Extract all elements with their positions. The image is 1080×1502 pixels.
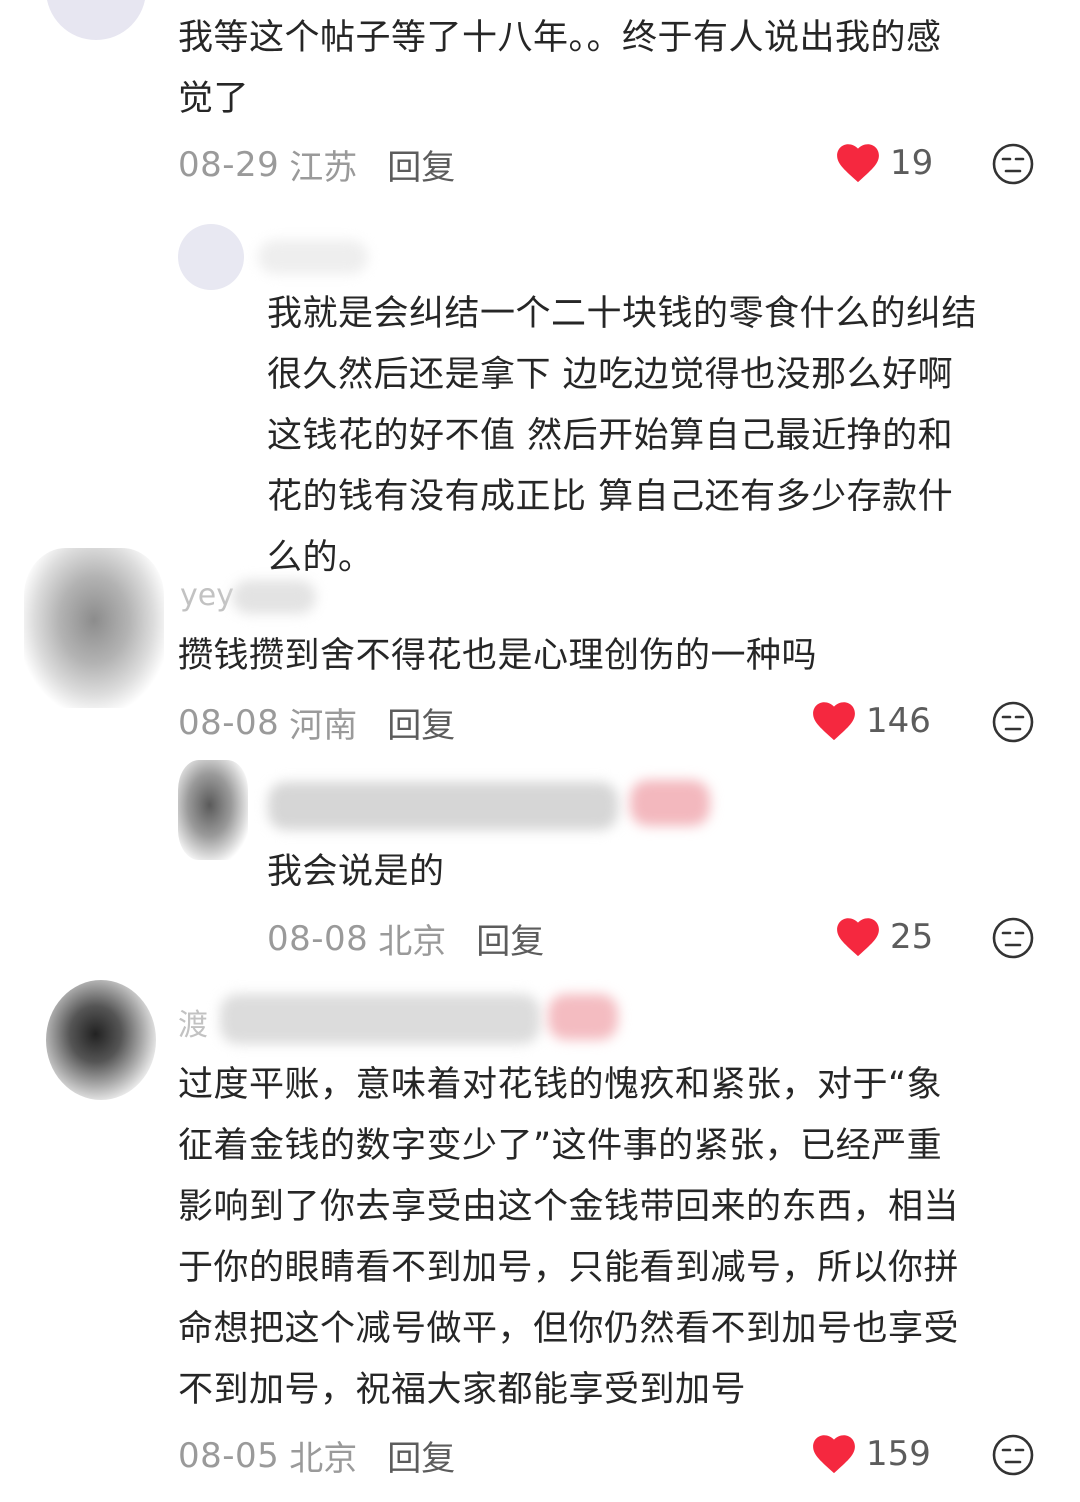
like-button[interactable]: 159 (812, 1434, 931, 1474)
comment-text: 过度平账，意味着对花钱的愧疚和紧张，对于“象 征着金钱的数字变少了”这件事的紧张… (178, 1055, 959, 1421)
comment-line: 这钱花的好不值 然后开始算自己最近挣的和 (267, 416, 954, 456)
username-blurred (232, 580, 316, 614)
heart-icon (837, 144, 879, 183)
comment-meta: 08-08 河南 回复 (178, 698, 455, 747)
reply-button[interactable]: 回复 (387, 140, 455, 189)
comment-meta: 08-08 北京 回复 (267, 914, 544, 963)
comment-date: 08-29 (178, 144, 280, 185)
dislike-face-icon[interactable] (991, 142, 1035, 186)
comment-location: 河南 (289, 706, 358, 746)
like-count: 19 (890, 143, 934, 183)
heart-icon (813, 1435, 855, 1474)
avatar[interactable] (24, 548, 164, 708)
comment-location: 江苏 (289, 148, 358, 188)
username[interactable]: 渡 (178, 1000, 208, 1044)
reply-button[interactable]: 回复 (387, 698, 455, 747)
comment-line: 觉了 (178, 79, 250, 119)
comment-date: 08-08 (267, 918, 369, 959)
username[interactable]: yey (180, 578, 234, 613)
comment-text: 我会说是的 (267, 842, 445, 903)
comment-line: 花的钱有没有成正比 算自己还有多少存款什 (267, 477, 954, 517)
comment-line: 影响到了你去享受由这个金钱带回来的东西，相当 (178, 1187, 960, 1227)
dislike-face-icon[interactable] (991, 700, 1035, 744)
comment-date: 08-05 (178, 1435, 280, 1476)
like-button[interactable]: 19 (836, 143, 933, 183)
dislike-face-icon[interactable] (991, 1433, 1035, 1477)
like-count: 146 (866, 701, 931, 741)
comment-line: 不到加号，祝福大家都能享受到加号 (178, 1370, 747, 1410)
comment-meta: 08-05 北京 回复 (178, 1431, 455, 1480)
like-button[interactable]: 146 (812, 701, 931, 741)
badge-blurred (630, 780, 710, 826)
heart-icon (837, 918, 879, 957)
comment-line: 么的。 (267, 538, 374, 578)
reply-button[interactable]: 回复 (387, 1431, 455, 1480)
comment-date: 08-08 (178, 702, 280, 743)
comment-line: 我就是会纠结一个二十块钱的零食什么的纠结 (267, 294, 978, 334)
like-button[interactable]: 25 (836, 917, 933, 957)
dislike-face-icon[interactable] (991, 916, 1035, 960)
comment-line: 很久然后还是拿下 边吃边觉得也没那么好啊 (267, 355, 954, 395)
badge-blurred (548, 994, 618, 1040)
avatar[interactable] (46, 0, 146, 40)
comment-line: 命想把这个减号做平，但你仍然看不到加号也享受 (178, 1309, 960, 1349)
username-blurred (220, 994, 540, 1044)
username-blurred (268, 782, 618, 830)
avatar[interactable] (46, 980, 156, 1100)
comment-location: 北京 (378, 922, 447, 962)
comment-meta: 08-29 江苏 回复 (178, 140, 455, 189)
like-count: 159 (866, 1434, 931, 1474)
avatar[interactable] (178, 760, 248, 860)
comment-line: 我等这个帖子等了十八年。。终于有人说出我的感 (178, 18, 942, 58)
like-count: 25 (890, 917, 934, 957)
reply-button[interactable]: 回复 (476, 914, 544, 963)
comment-text: 攒钱攒到舍不得花也是心理创伤的一种吗 (178, 626, 817, 687)
comment-line: 过度平账，意味着对花钱的愧疚和紧张，对于“象 (178, 1065, 943, 1105)
comment-line: 于你的眼睛看不到加号，只能看到减号，所以你拼 (178, 1248, 960, 1288)
comment-line: 征着金钱的数字变少了”这件事的紧张，已经严重 (178, 1126, 943, 1166)
comment-line: 我会说是的 (267, 852, 445, 892)
comment-location: 北京 (289, 1439, 358, 1479)
avatar[interactable] (178, 224, 244, 290)
comment-text: 我就是会纠结一个二十块钱的零食什么的纠结 很久然后还是拿下 边吃边觉得也没那么好… (267, 284, 977, 589)
heart-icon (813, 702, 855, 741)
comment-text: 我等这个帖子等了十八年。。终于有人说出我的感 觉了 (178, 8, 942, 130)
comment-line: 攒钱攒到舍不得花也是心理创伤的一种吗 (178, 636, 818, 676)
username-blurred (258, 240, 368, 274)
